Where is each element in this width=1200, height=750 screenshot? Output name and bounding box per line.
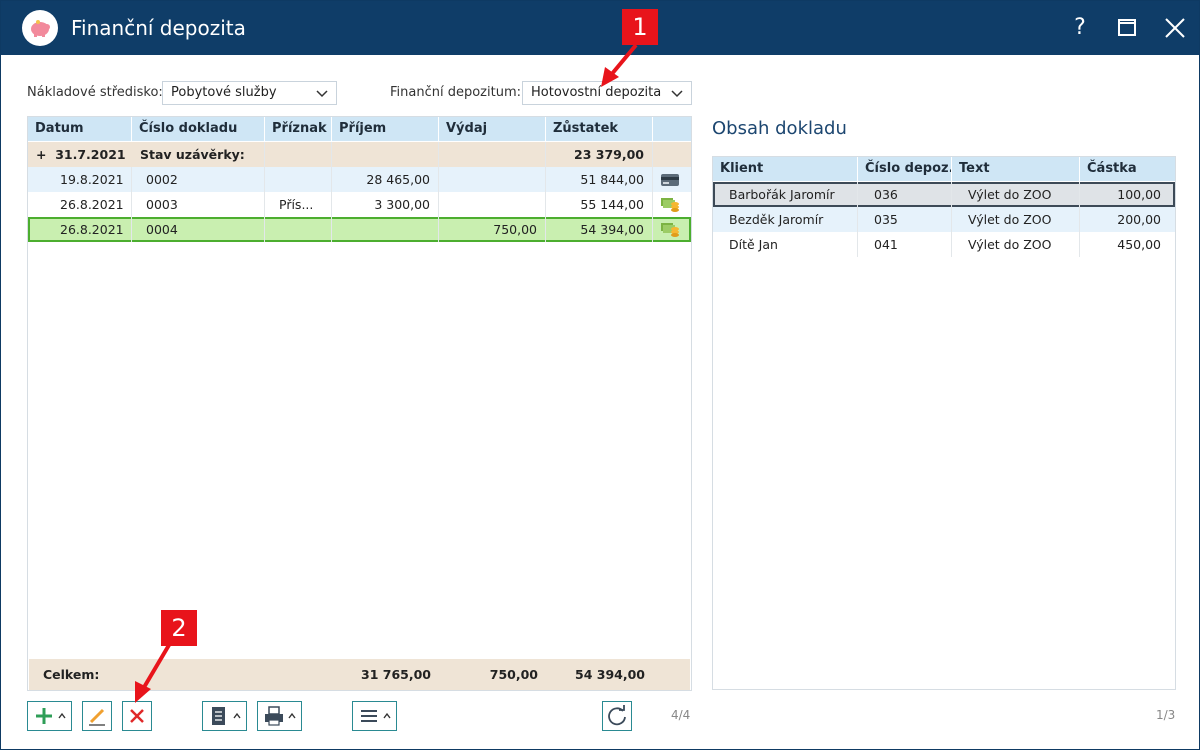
column-header-text[interactable]: Text [952, 157, 1080, 181]
amount-cell: 450,00 [1117, 237, 1161, 252]
group-income [332, 142, 439, 167]
help-button[interactable]: ? [1065, 13, 1095, 43]
deposit-transactions-grid: Datum Číslo dokladu Příznak Příjem Výdaj… [27, 116, 692, 691]
piggy-bank-icon [22, 10, 58, 46]
grid-header: Datum Číslo dokladu Příznak Příjem Výdaj… [28, 117, 691, 141]
text-cell: Výlet do ZOO [952, 232, 1080, 257]
column-header-client[interactable]: Klient [713, 157, 858, 181]
table-row[interactable]: Dítě Jan 041 Výlet do ZOO 450,00 [713, 232, 1175, 257]
date-cell: 26.8.2021 [28, 217, 132, 242]
menu-icon [361, 710, 391, 722]
flag-cell [265, 217, 332, 242]
maximize-icon[interactable] [1112, 13, 1142, 43]
column-header-expense[interactable]: Výdaj [439, 117, 546, 141]
financial-deposits-window: Finanční depozita ? Nákladové středisko:… [0, 0, 1200, 750]
expense-cell [439, 192, 546, 217]
column-header-balance[interactable]: Zůstatek [546, 117, 653, 141]
callout-arrow-2 [135, 643, 171, 703]
text-cell: Výlet do ZOO [952, 207, 1080, 232]
cost-center-select[interactable]: Pobytové služby [162, 81, 337, 105]
callout-arrow-1 [601, 43, 638, 87]
amount-cell: 100,00 [1117, 187, 1161, 202]
cost-center-label: Nákladové středisko: [27, 85, 163, 100]
column-header-flag[interactable]: Příznak [265, 117, 332, 141]
refresh-icon [608, 705, 626, 726]
column-header-date[interactable]: Datum [28, 117, 132, 141]
column-header-icon [653, 117, 691, 141]
refresh-button[interactable] [602, 701, 632, 731]
deposit-number-cell: 035 [858, 207, 952, 232]
flag-cell: Přís... [265, 192, 332, 217]
client-cell: Barbořák Jaromír [713, 182, 858, 207]
group-row[interactable]: + 31.7.2021 Stav uzávěrky: 23 379,00 [28, 142, 691, 167]
table-row-selected[interactable]: 26.8.2021 0004 750,00 54 394,00 [28, 217, 691, 242]
deposit-number-cell: 036 [858, 182, 952, 207]
document-menu-button[interactable] [202, 701, 247, 731]
client-cell: Bezděk Jaromír [713, 207, 858, 232]
deposit-number-cell: 041 [858, 232, 952, 257]
table-row[interactable]: Bezděk Jaromír 035 Výlet do ZOO 200,00 [713, 207, 1175, 232]
doc-number-cell: 0002 [132, 167, 265, 192]
doc-number-cell: 0003 [132, 192, 265, 217]
column-header-doc-number[interactable]: Číslo dokladu [132, 117, 265, 141]
deposit-label: Finanční depozitum: [390, 85, 521, 100]
table-row[interactable]: 19.8.2021 0002 28 465,00 51 844,00 [28, 167, 691, 192]
balance-cell: 55 144,00 [546, 192, 653, 217]
expand-icon[interactable]: + [36, 147, 46, 162]
expense-cell [439, 167, 546, 192]
cost-center-value: Pobytové služby [171, 85, 277, 100]
document-content-title: Obsah dokladu [712, 118, 847, 139]
pencil-icon [89, 708, 105, 726]
edit-button[interactable] [82, 701, 112, 731]
close-icon[interactable] [1160, 13, 1190, 43]
table-row-selected[interactable]: Barbořák Jaromír 036 Výlet do ZOO 100,00 [713, 182, 1175, 207]
more-menu-button[interactable] [352, 701, 397, 731]
table-row[interactable]: 26.8.2021 0003 Přís... 3 300,00 55 144,0… [28, 192, 691, 217]
chevron-down-icon [314, 83, 330, 103]
date-cell: 26.8.2021 [28, 192, 132, 217]
left-record-counter: 4/4 [671, 708, 691, 722]
chevron-down-icon [669, 83, 685, 103]
grid-header: Klient Číslo depoz... Text Částka [713, 157, 1175, 181]
totals-balance: 54 394,00 [575, 667, 645, 682]
income-cell: 3 300,00 [332, 192, 439, 217]
document-icon [212, 707, 241, 725]
balance-cell: 51 844,00 [546, 167, 653, 192]
expense-cell: 750,00 [439, 217, 546, 242]
date-cell: 19.8.2021 [28, 167, 132, 192]
delete-icon [130, 709, 144, 723]
card-icon [653, 167, 691, 192]
add-button[interactable] [27, 701, 72, 731]
group-balance: 23 379,00 [546, 142, 653, 167]
callout-badge-1: 1 [622, 9, 658, 45]
right-record-counter: 1/3 [1156, 708, 1176, 722]
column-header-deposit-number[interactable]: Číslo depoz... [858, 157, 952, 181]
group-label: Stav uzávěrky: [132, 142, 265, 167]
print-icon [265, 706, 296, 726]
totals-income: 31 765,00 [361, 667, 431, 682]
cash-icon [653, 192, 691, 217]
column-header-income[interactable]: Příjem [332, 117, 439, 141]
group-date: 31.7.2021 [55, 147, 126, 162]
print-button[interactable] [257, 701, 302, 731]
client-cell: Dítě Jan [713, 232, 858, 257]
balance-cell: 54 394,00 [546, 217, 653, 242]
income-cell: 28 465,00 [332, 167, 439, 192]
group-expense [439, 142, 546, 167]
group-flag [265, 142, 332, 167]
text-cell: Výlet do ZOO [952, 182, 1080, 207]
flag-cell [265, 167, 332, 192]
window-title: Finanční depozita [71, 16, 246, 40]
add-icon [36, 708, 66, 724]
document-content-grid: Klient Číslo depoz... Text Částka Barboř… [712, 156, 1176, 690]
income-cell [332, 217, 439, 242]
amount-cell: 200,00 [1117, 212, 1161, 227]
column-header-amount[interactable]: Částka [1080, 157, 1175, 181]
group-date-cell: + 31.7.2021 [28, 142, 132, 167]
cash-icon [653, 217, 691, 242]
totals-expense: 750,00 [489, 667, 538, 682]
doc-number-cell: 0004 [132, 217, 265, 242]
